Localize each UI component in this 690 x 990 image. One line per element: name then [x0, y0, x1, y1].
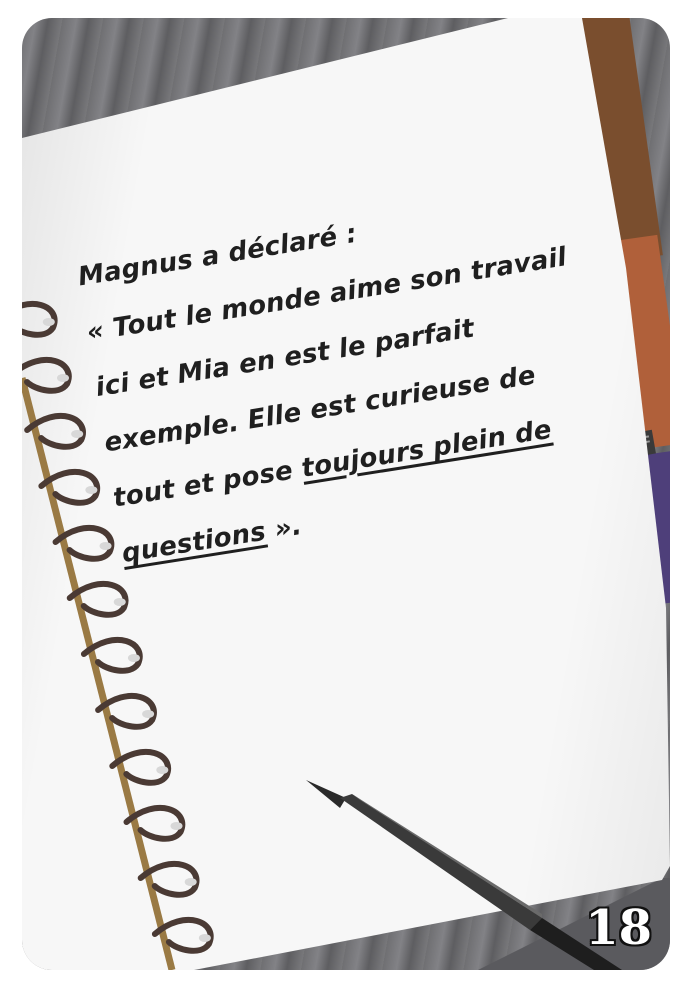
- pen: [306, 780, 622, 970]
- pen-highlight: [352, 794, 542, 918]
- card-number: 18: [585, 900, 652, 956]
- card: Magnus a déclaré : « Tout le monde aime …: [22, 18, 670, 970]
- pen-tip: [306, 780, 346, 808]
- pen-barrel: [340, 794, 542, 930]
